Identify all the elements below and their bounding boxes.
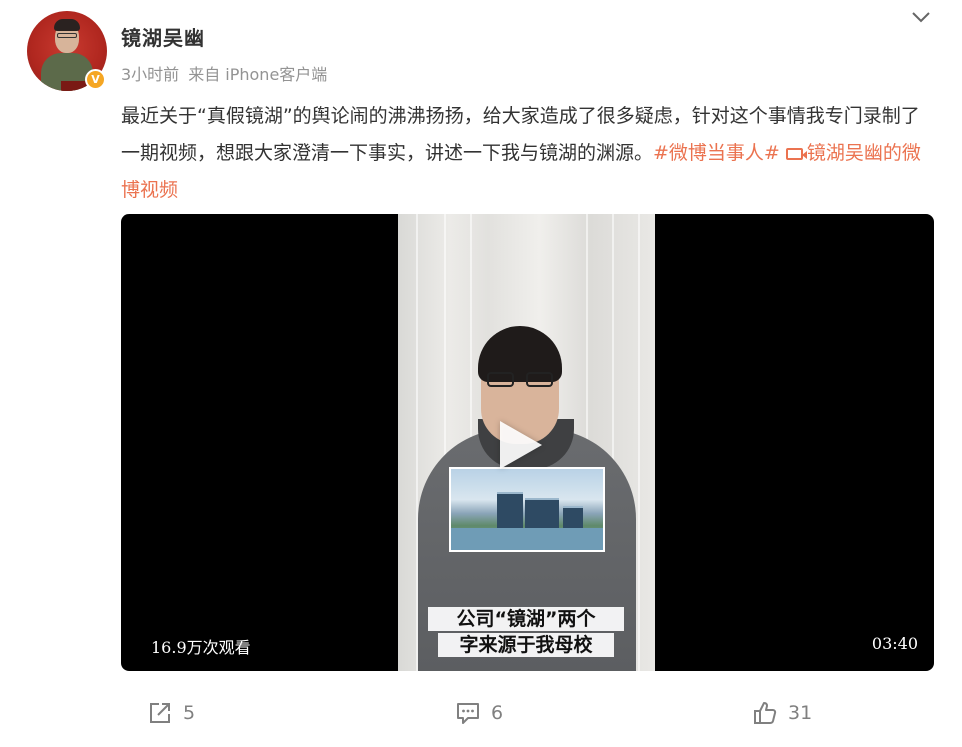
share-count: 5 <box>183 702 196 724</box>
like-button[interactable]: 31 <box>752 700 812 726</box>
play-icon[interactable] <box>500 421 542 469</box>
author-name[interactable]: 镜湖吴幽 <box>121 22 205 51</box>
post-source: 来自 iPhone客户端 <box>188 65 328 84</box>
building <box>563 506 583 528</box>
like-count: 31 <box>788 702 813 724</box>
post-content: 最近关于“真假镜湖”的舆论闹的沸沸扬扬，给大家造成了很多疑虑，针对这个事情我专门… <box>121 98 936 209</box>
weibo-post-card: V 镜湖吴幽 3小时前 来自 iPhone客户端 最近关于“真假镜湖”的舆论闹的… <box>0 0 962 747</box>
action-bar: 5 6 31 <box>0 690 962 738</box>
share-button[interactable]: 5 <box>147 700 195 726</box>
video-camera-icon <box>785 148 807 160</box>
lake <box>451 528 603 550</box>
topic-link[interactable]: #微博当事人# <box>653 142 780 164</box>
comment-icon <box>457 703 479 724</box>
share-icon <box>150 703 170 723</box>
avatar-figure-hair <box>54 19 80 31</box>
comment-count: 6 <box>491 702 504 724</box>
video-subtitle-line: 公司“镜湖”两个 <box>428 607 624 631</box>
verified-badge-icon: V <box>85 69 106 90</box>
video-subtitle-line: 字来源于我母校 <box>438 633 614 657</box>
building <box>525 498 559 528</box>
curtain-fold <box>638 214 640 671</box>
view-count: 16.9万次观看 <box>151 638 251 657</box>
comment-button[interactable]: 6 <box>455 700 503 726</box>
chevron-down-icon[interactable] <box>911 10 931 24</box>
campus-photo-inset <box>449 467 605 552</box>
building <box>497 492 523 528</box>
post-meta: 3小时前 来自 iPhone客户端 <box>121 61 327 85</box>
presenter-glasses <box>487 372 553 388</box>
video-player[interactable]: 公司“镜湖”两个 字来源于我母校 16.9万次观看 03:40 <box>121 214 934 671</box>
thumbs-up-icon <box>754 702 777 724</box>
avatar-figure-glasses <box>57 33 77 38</box>
post-time[interactable]: 3小时前 <box>121 61 179 85</box>
video-duration: 03:40 <box>871 634 918 653</box>
